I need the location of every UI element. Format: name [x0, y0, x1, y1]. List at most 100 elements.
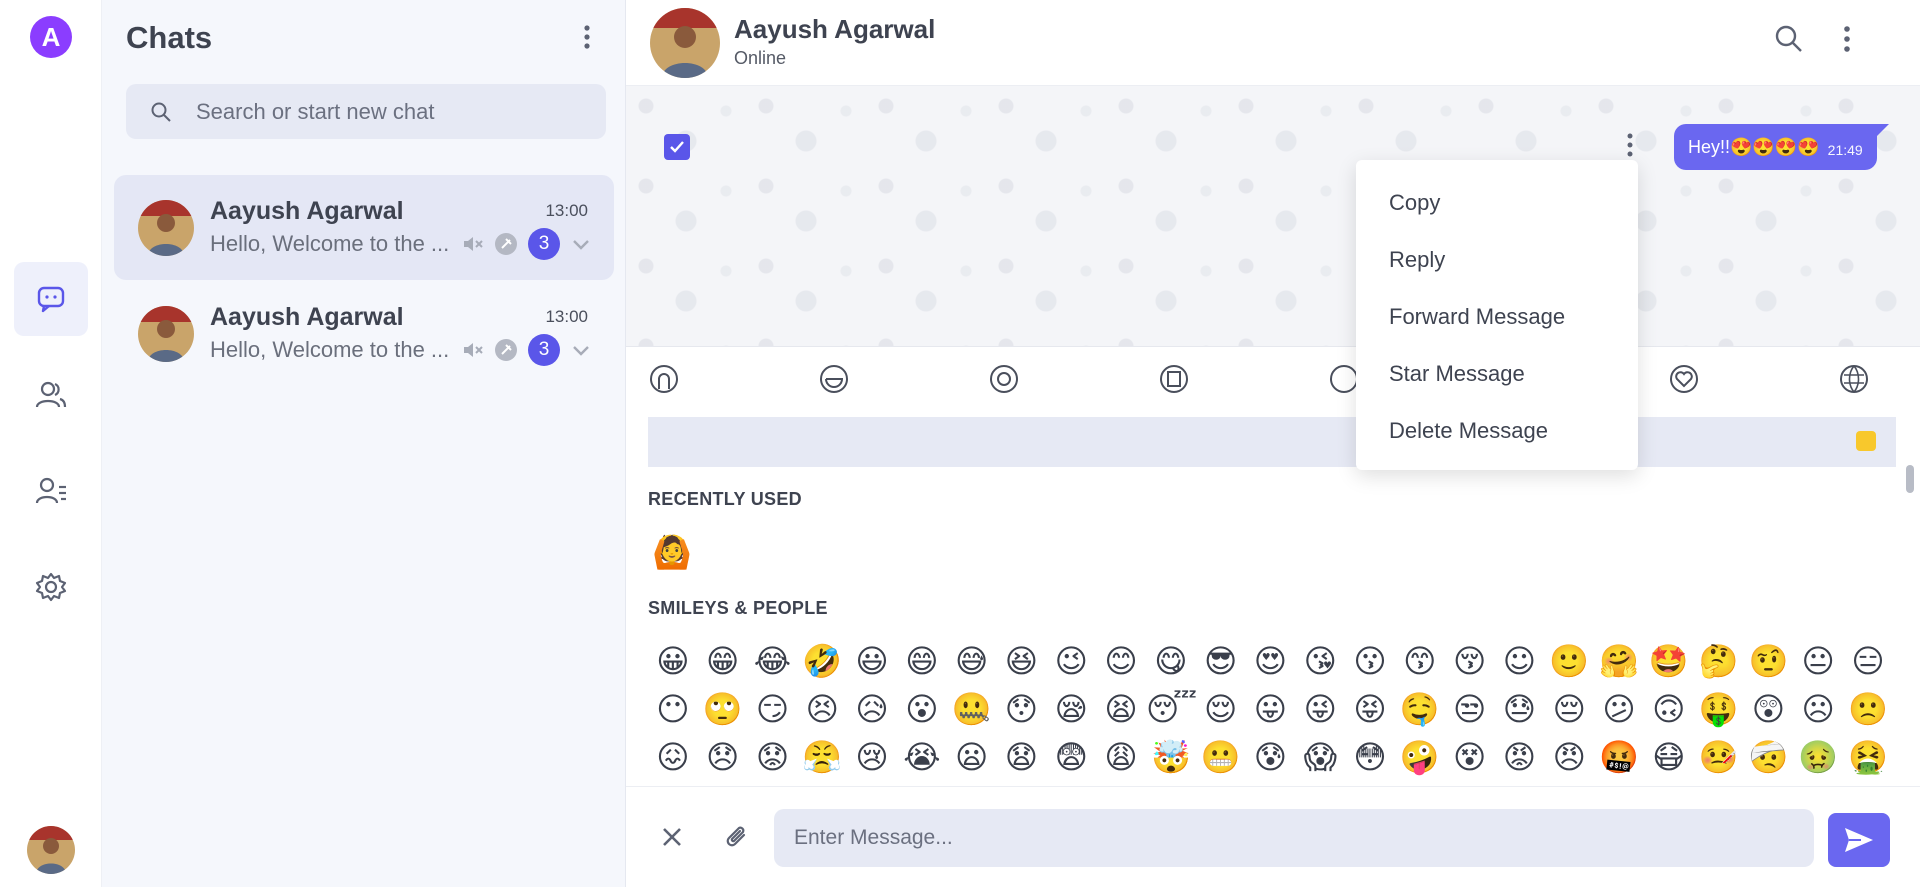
menu-item-star[interactable]: Star Message — [1389, 361, 1525, 387]
emoji-item[interactable]: 🤤 — [1395, 689, 1445, 729]
emoji-item[interactable]: 😅 — [947, 641, 997, 681]
rail-contacts-button[interactable] — [14, 358, 88, 432]
emoji-item[interactable]: 😢 — [847, 737, 897, 777]
emoji-item[interactable]: 😳 — [1345, 737, 1395, 777]
emoji-search-field[interactable] — [648, 417, 1896, 467]
menu-item-copy[interactable]: Copy — [1389, 190, 1440, 216]
emoji-item[interactable]: 😰 — [1246, 737, 1296, 777]
close-emoji-button[interactable] — [660, 825, 684, 854]
emoji-item[interactable]: 🙂 — [1544, 641, 1594, 681]
emoji-item[interactable]: 😮 — [897, 689, 947, 729]
emoji-item[interactable]: 😘 — [1295, 641, 1345, 681]
emoji-item[interactable]: 😚 — [1445, 641, 1495, 681]
emoji-item[interactable]: 😀 — [648, 641, 698, 681]
menu-item-forward[interactable]: Forward Message — [1389, 304, 1565, 330]
chevron-down-icon[interactable] — [570, 233, 592, 255]
emoji-item[interactable]: 😞 — [698, 737, 748, 777]
travel-icon[interactable] — [1158, 363, 1190, 395]
rail-contact-list-button[interactable] — [14, 454, 88, 528]
emoji-item[interactable]: 😋 — [1146, 641, 1196, 681]
emoji-item[interactable]: 🤨 — [1744, 641, 1794, 681]
chat-list-menu-button[interactable] — [574, 22, 600, 52]
emoji-item[interactable]: 😓 — [1495, 689, 1545, 729]
emoji-item[interactable]: 😩 — [1096, 737, 1146, 777]
emoji-item[interactable]: 😤 — [797, 737, 847, 777]
emoji-item[interactable]: 😨 — [1046, 737, 1096, 777]
emoji-item[interactable]: 🤪 — [1395, 737, 1445, 777]
emoji-item[interactable]: 😯 — [997, 689, 1047, 729]
emoji-item[interactable]: 😎 — [1196, 641, 1246, 681]
rail-chats-button[interactable] — [14, 262, 88, 336]
emoji-item[interactable]: 😒 — [1445, 689, 1495, 729]
emoji-item[interactable]: 😉 — [1046, 641, 1096, 681]
emoji-item[interactable]: 😥 — [847, 689, 897, 729]
skin-tone-selector[interactable] — [1856, 431, 1876, 451]
emoji-item[interactable]: 😱 — [1295, 737, 1345, 777]
emoji-item[interactable]: 🤕 — [1744, 737, 1794, 777]
emoji-item[interactable]: 🤐 — [947, 689, 997, 729]
emoji-item[interactable]: 😶 — [648, 689, 698, 729]
emoji-item[interactable]: 😧 — [997, 737, 1047, 777]
emoji-item[interactable]: 🙄 — [698, 689, 748, 729]
emoji-item[interactable]: 🤬 — [1594, 737, 1644, 777]
chat-list-item[interactable]: Aayush Agarwal 13:00 Hello, Welcome to t… — [114, 281, 614, 386]
emoji-scrollbar[interactable] — [1906, 465, 1914, 493]
emoji-item[interactable]: 😗 — [1345, 641, 1395, 681]
food-icon[interactable] — [818, 363, 850, 395]
emoji-item[interactable]: 😖 — [648, 737, 698, 777]
emoji-item[interactable]: 🤔 — [1694, 641, 1744, 681]
emoji-item[interactable]: 🤗 — [1594, 641, 1644, 681]
emoji-item[interactable]: 🤢 — [1793, 737, 1843, 777]
emoji-item[interactable]: 😔 — [1544, 689, 1594, 729]
message-bubble[interactable]: Hey!!😍😍😍😍 21:49 — [1674, 124, 1889, 170]
emoji-item[interactable]: 😄 — [897, 641, 947, 681]
flags-icon[interactable] — [1838, 363, 1870, 395]
emoji-item[interactable]: 😕 — [1594, 689, 1644, 729]
emoji-item[interactable]: 😵 — [1445, 737, 1495, 777]
emoji-item[interactable]: 😏 — [748, 689, 798, 729]
chevron-down-icon[interactable] — [570, 339, 592, 361]
emoji-item[interactable]: 🤑 — [1694, 689, 1744, 729]
emoji-item[interactable]: ☹ — [1793, 689, 1843, 729]
emoji-item[interactable]: 😡 — [1495, 737, 1545, 777]
emoji-item[interactable]: 😫 — [1096, 689, 1146, 729]
contact-avatar[interactable] — [650, 8, 720, 78]
emoji-item[interactable]: 😌 — [1196, 689, 1246, 729]
emoji-item[interactable]: 😪 — [1046, 689, 1096, 729]
emoji-item[interactable]: 😛 — [1246, 689, 1296, 729]
rail-settings-button[interactable] — [14, 550, 88, 624]
emoji-item[interactable]: 😷 — [1644, 737, 1694, 777]
message-select-checkbox[interactable] — [664, 134, 690, 160]
emoji-item[interactable]: 😴 — [1146, 689, 1197, 729]
emoji-item[interactable]: 😍 — [1246, 641, 1296, 681]
conversation-menu-button[interactable] — [1842, 24, 1852, 59]
emoji-item[interactable]: 😂 — [748, 641, 798, 681]
people-icon[interactable] — [648, 363, 680, 395]
emoji-item[interactable]: 😠 — [1544, 737, 1594, 777]
send-button[interactable] — [1828, 813, 1890, 867]
contact-name[interactable]: Aayush Agarwal — [734, 14, 935, 45]
conversation-search-button[interactable] — [1774, 24, 1804, 59]
emoji-item[interactable]: 😐 — [1793, 641, 1843, 681]
symbols-icon[interactable] — [1668, 363, 1700, 395]
user-avatar[interactable] — [27, 826, 75, 874]
message-options-button[interactable] — [1626, 132, 1634, 163]
emoji-item[interactable]: 😙 — [1395, 641, 1445, 681]
emoji-item[interactable]: 🤯 — [1146, 737, 1196, 777]
emoji-item[interactable]: 😝 — [1345, 689, 1395, 729]
emoji-item[interactable]: 😑 — [1843, 641, 1893, 681]
chat-search-input[interactable] — [196, 98, 576, 125]
message-input[interactable] — [774, 809, 1814, 867]
emoji-item[interactable]: 😆 — [997, 641, 1047, 681]
emoji-item[interactable]: ☺ — [1495, 641, 1545, 681]
emoji-item[interactable]: 😦 — [947, 737, 997, 777]
activity-icon[interactable] — [988, 363, 1020, 395]
emoji-item[interactable]: 😬 — [1196, 737, 1246, 777]
menu-item-delete[interactable]: Delete Message — [1389, 418, 1548, 444]
emoji-item[interactable]: 🤩 — [1644, 641, 1694, 681]
emoji-item[interactable]: 😟 — [748, 737, 798, 777]
emoji-item[interactable]: 😃 — [847, 641, 897, 681]
emoji-item[interactable]: 😭 — [897, 737, 947, 777]
recent-emoji[interactable]: 🙆 — [652, 533, 692, 571]
emoji-item[interactable]: 😁 — [698, 641, 748, 681]
